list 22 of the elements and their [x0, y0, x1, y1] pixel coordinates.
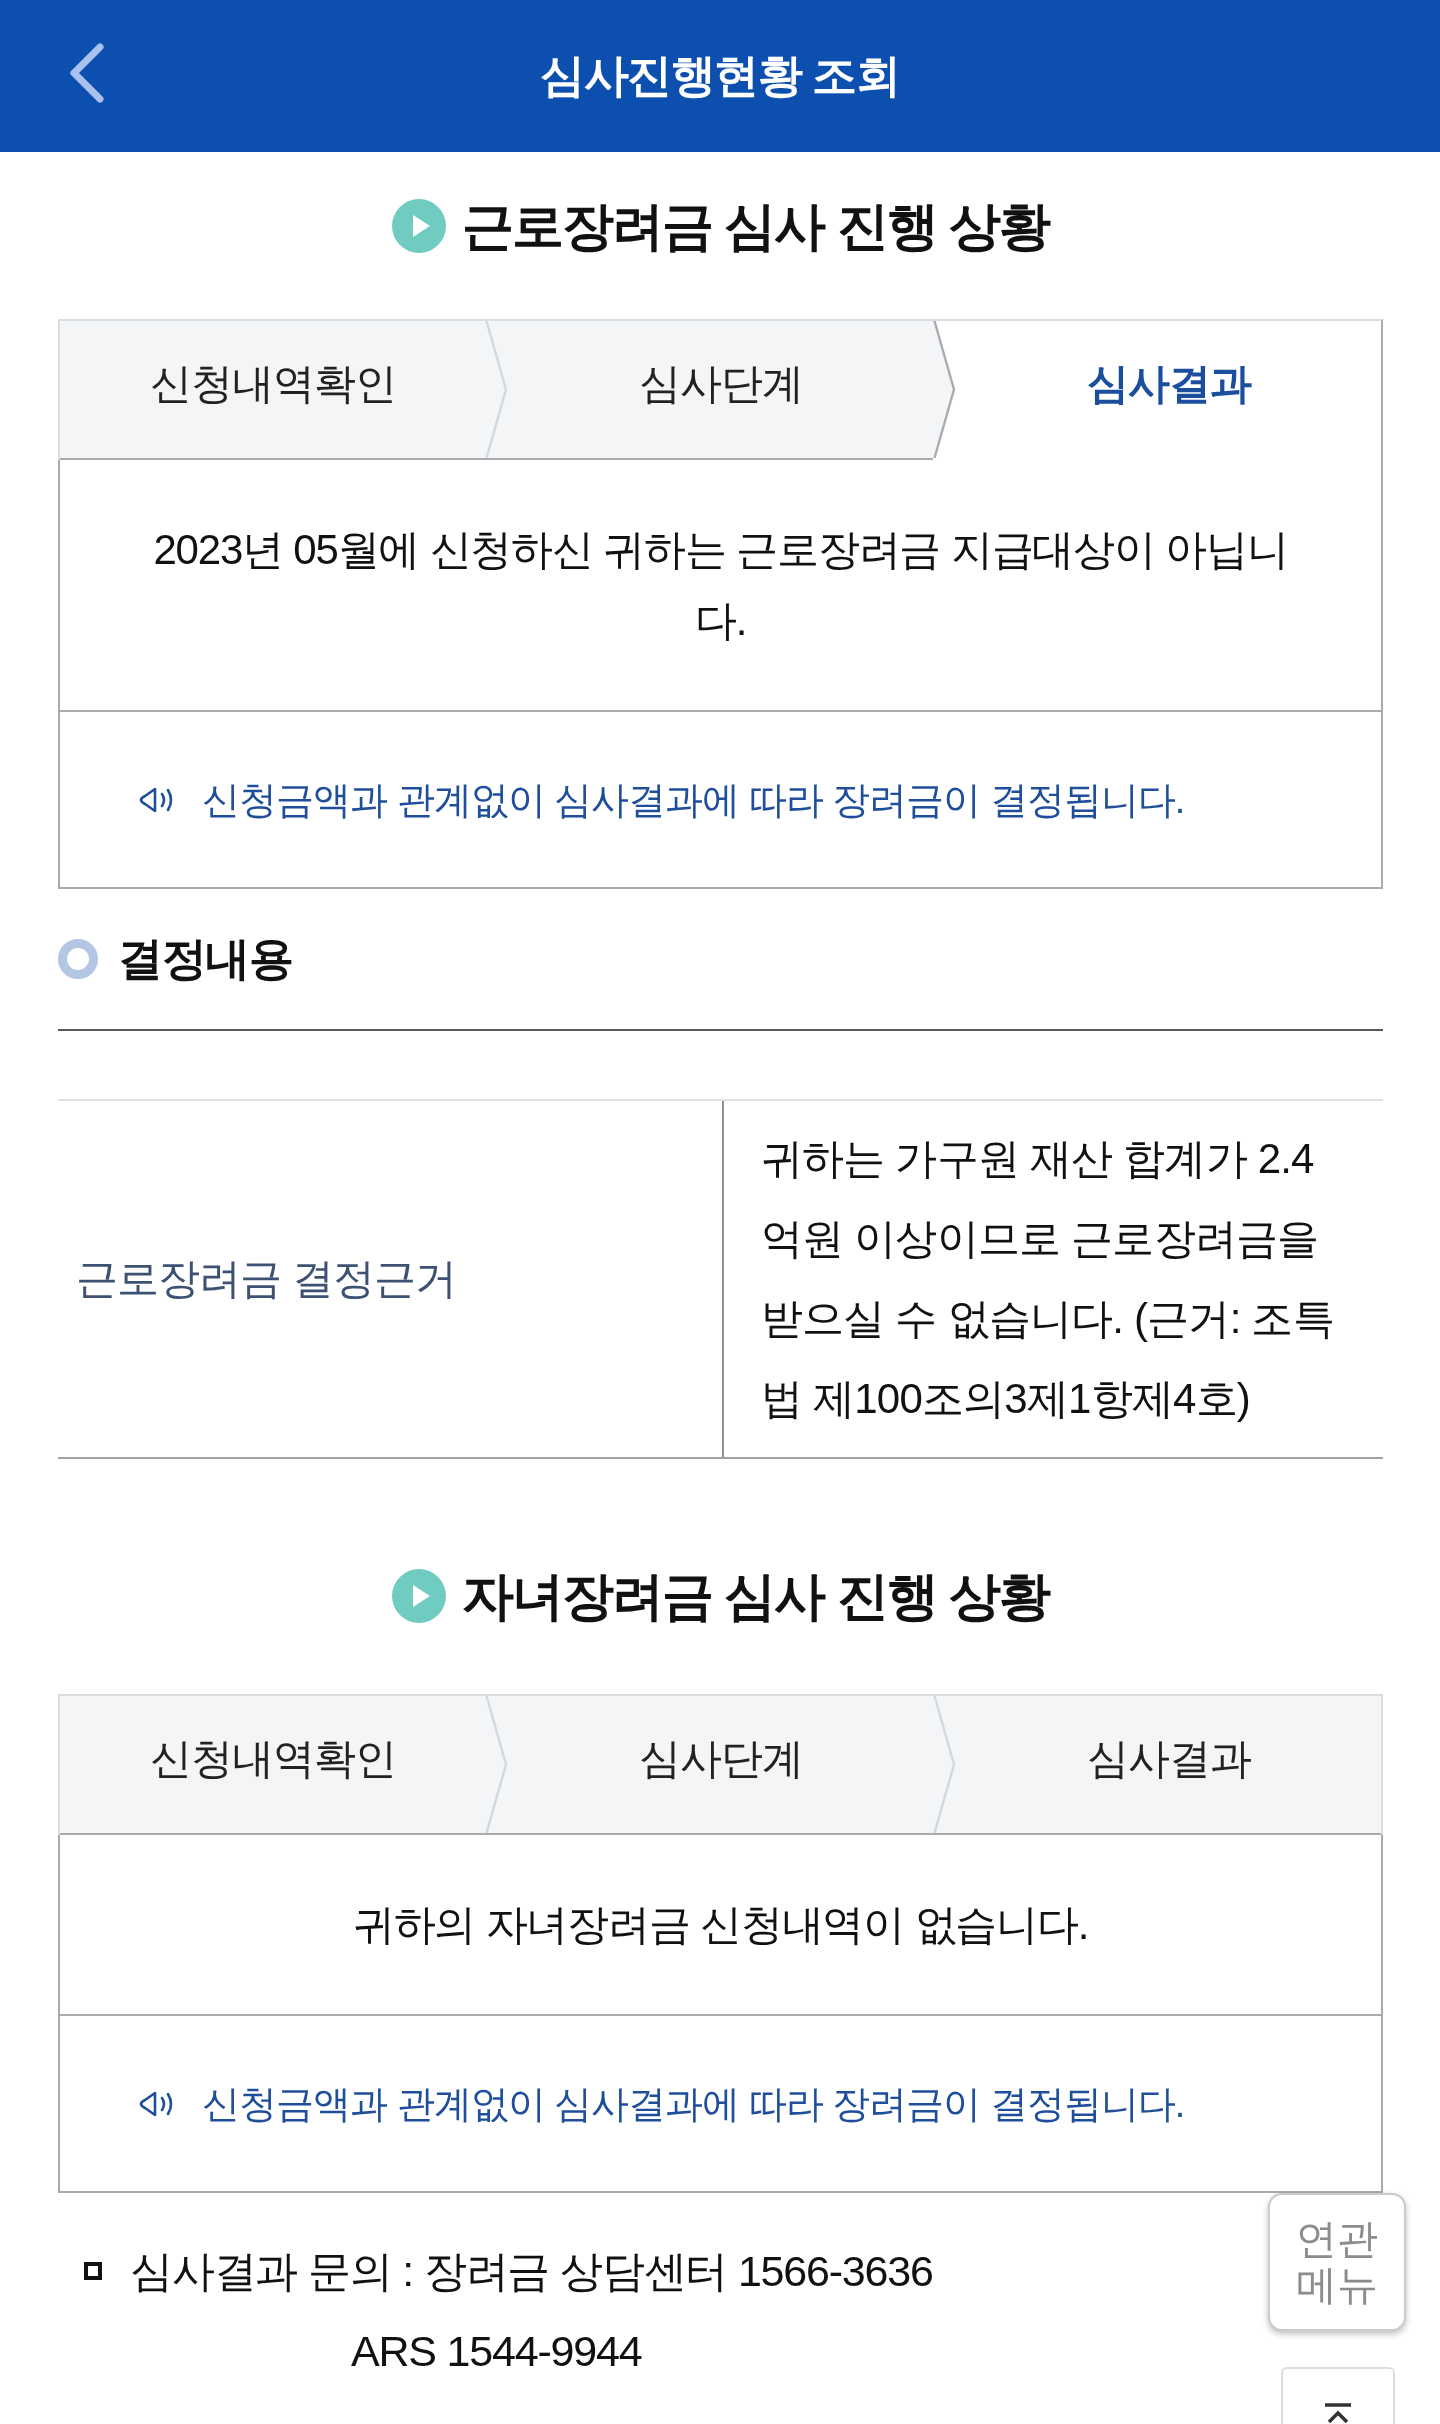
- result-message: 2023년 05월에 신청하신 귀하는 근로장려금 지급대상이 아닙니다.: [152, 525, 1289, 646]
- progress-step: 신청내역확인: [60, 321, 485, 460]
- section-title: 근로장려금 심사 진행 상황: [461, 196, 1050, 257]
- related-menu-button[interactable]: 연관 메뉴: [1268, 2193, 1406, 2331]
- table-cell: 귀하는 가구원 재산 합계가 2.4억원 이상이므로 근로장려금을 받으실 수 없습니다. (근거: 조특법 제100조의3제1항제4호): [722, 1101, 1383, 1457]
- result-message: 귀하의 자녀장려금 신청내역이 없습니다.: [352, 1900, 1089, 1950]
- page-title: 심사진행현황 조회: [540, 49, 900, 103]
- scroll-top-button[interactable]: [1281, 2367, 1395, 2424]
- notice-text: 신청금액과 관계없이 심사결과에 따라 장려금이 결정됩니다.: [202, 2081, 1185, 2127]
- table-cell-text: 근로장려금 결정근거: [75, 1254, 457, 1304]
- play-icon: [391, 199, 446, 253]
- progress-step: 심사단계: [508, 1696, 933, 1835]
- progress-step: 심사결과: [956, 1696, 1381, 1835]
- notice-text: 신청금액과 관계없이 심사결과에 따라 장려금이 결정됩니다.: [202, 777, 1185, 823]
- progress-step: 신청내역확인: [60, 1696, 485, 1835]
- square-bullet-icon: [84, 2262, 102, 2280]
- inquiry-text: 심사결과 문의 : 장려금 상담센터 1566-3636: [130, 2246, 933, 2297]
- section-title: 자녀장려금 심사 진행 상황: [461, 1566, 1050, 1627]
- ars-number: ARS 1544-9944: [351, 2326, 642, 2377]
- ring-icon: [58, 939, 98, 979]
- decision-heading: 결정내용: [118, 932, 292, 986]
- play-icon: [391, 1569, 446, 1623]
